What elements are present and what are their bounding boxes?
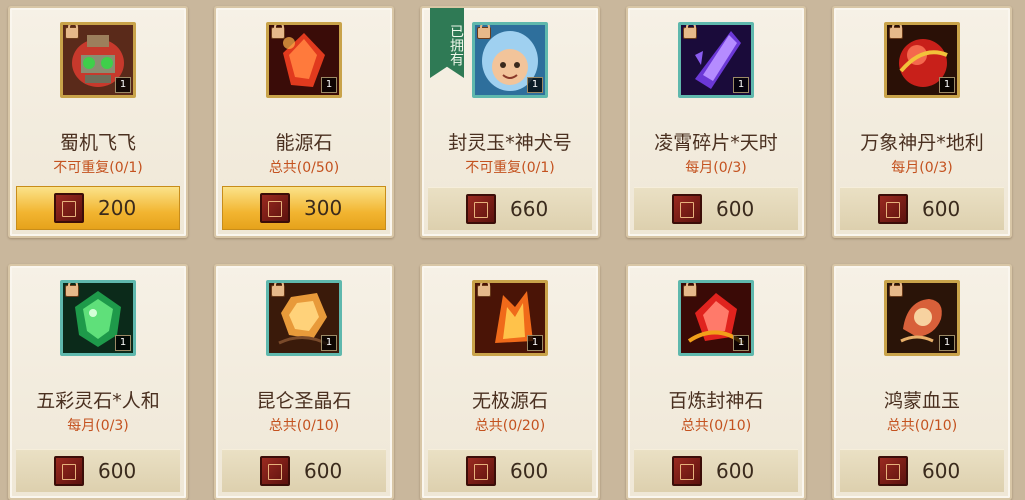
purchase-limit: 每月(0/3)	[685, 160, 747, 176]
item-count: 1	[939, 77, 955, 93]
item-name: 无极源石	[471, 390, 548, 412]
item-price: 600	[304, 459, 343, 483]
lock-icon	[889, 25, 903, 39]
item-price: 600	[98, 459, 137, 483]
item-icon-frame: 1	[472, 280, 548, 356]
purchase-limit: 不可重复(0/1)	[465, 160, 555, 176]
shop-item-card[interactable]: 已拥有 1 封灵玉*神犬号 不可重复(0/1) 660	[420, 6, 600, 238]
shop-item-card[interactable]: 1 鸿蒙血玉 总共(0/10) 600	[832, 264, 1012, 500]
red-book-currency-icon	[878, 194, 908, 224]
item-icon-frame: 1	[884, 22, 960, 98]
item-icon-frame: 1	[266, 22, 342, 98]
lock-icon	[65, 25, 79, 39]
shop-item-card[interactable]: 1 凌霄碎片*天时 每月(0/3) 600	[626, 6, 806, 238]
red-book-currency-icon	[672, 456, 702, 486]
item-count: 1	[115, 335, 131, 351]
purchase-limit: 不可重复(0/1)	[53, 160, 143, 176]
purchase-limit: 总共(0/20)	[474, 418, 546, 434]
item-price: 300	[304, 196, 343, 220]
lock-icon	[477, 25, 491, 39]
item-count: 1	[527, 335, 543, 351]
purchase-limit: 每月(0/3)	[67, 418, 129, 434]
owned-badge: 已拥有	[430, 8, 464, 78]
item-name: 鸿蒙血玉	[883, 390, 960, 412]
item-price: 600	[922, 197, 961, 221]
purchase-limit: 总共(0/10)	[268, 418, 340, 434]
buy-button[interactable]: 600	[16, 449, 180, 492]
shop-item-card[interactable]: 1 昆仑圣晶石 总共(0/10) 600	[214, 264, 394, 500]
item-count: 1	[733, 335, 749, 351]
lock-icon	[477, 283, 491, 297]
item-name: 五彩灵石*人和	[36, 390, 160, 412]
item-price: 200	[98, 196, 137, 220]
item-name: 万象神丹*地利	[860, 132, 984, 154]
buy-button[interactable]: 600	[428, 449, 592, 492]
item-count: 1	[115, 77, 131, 93]
shop-item-card[interactable]: 1 百炼封神石 总共(0/10) 600	[626, 264, 806, 500]
red-book-currency-icon	[878, 456, 908, 486]
buy-button[interactable]: 600	[840, 187, 1004, 230]
item-icon-frame: 1	[266, 280, 342, 356]
item-price: 600	[716, 459, 755, 483]
shop-grid: 1 蜀机飞飞 不可重复(0/1) 200 1 能源石 总共(0/50) 300 …	[0, 0, 1025, 500]
item-count: 1	[321, 77, 337, 93]
item-name: 能源石	[275, 132, 333, 154]
item-count: 1	[321, 335, 337, 351]
buy-button[interactable]: 200	[16, 186, 180, 230]
lock-icon	[683, 25, 697, 39]
item-price: 600	[716, 197, 755, 221]
shop-item-card[interactable]: 1 无极源石 总共(0/20) 600	[420, 264, 600, 500]
buy-button[interactable]: 600	[634, 449, 798, 492]
buy-button[interactable]: 300	[222, 186, 386, 230]
purchase-limit: 总共(0/50)	[268, 160, 340, 176]
item-price: 600	[510, 459, 549, 483]
purchase-limit: 总共(0/10)	[680, 418, 752, 434]
item-price: 600	[922, 459, 961, 483]
lock-icon	[65, 283, 79, 297]
item-count: 1	[733, 77, 749, 93]
shop-item-card[interactable]: 1 五彩灵石*人和 每月(0/3) 600	[8, 264, 188, 500]
item-icon-frame: 1	[678, 280, 754, 356]
buy-button[interactable]: 660	[428, 187, 592, 230]
item-name: 凌霄碎片*天时	[654, 132, 778, 154]
red-book-currency-icon	[466, 456, 496, 486]
buy-button[interactable]: 600	[634, 187, 798, 230]
lock-icon	[271, 283, 285, 297]
buy-button[interactable]: 600	[222, 449, 386, 492]
item-count: 1	[527, 77, 543, 93]
item-icon-frame: 1	[60, 22, 136, 98]
red-book-currency-icon	[260, 193, 290, 223]
purchase-limit: 总共(0/10)	[886, 418, 958, 434]
item-name: 百炼封神石	[668, 390, 764, 412]
purchase-limit: 每月(0/3)	[891, 160, 953, 176]
buy-button[interactable]: 600	[840, 449, 1004, 492]
item-icon-frame: 1	[678, 22, 754, 98]
red-book-currency-icon	[54, 193, 84, 223]
item-price: 660	[510, 197, 549, 221]
shop-item-card[interactable]: 1 蜀机飞飞 不可重复(0/1) 200	[8, 6, 188, 238]
item-count: 1	[939, 335, 955, 351]
red-book-currency-icon	[54, 456, 84, 486]
shop-item-card[interactable]: 1 能源石 总共(0/50) 300	[214, 6, 394, 238]
lock-icon	[683, 283, 697, 297]
item-icon-frame: 1	[884, 280, 960, 356]
item-name: 封灵玉*神犬号	[448, 132, 572, 154]
red-book-currency-icon	[466, 194, 496, 224]
red-book-currency-icon	[672, 194, 702, 224]
shop-item-card[interactable]: 1 万象神丹*地利 每月(0/3) 600	[832, 6, 1012, 238]
item-name: 蜀机飞飞	[59, 132, 136, 154]
red-book-currency-icon	[260, 456, 290, 486]
lock-icon	[271, 25, 285, 39]
item-icon-frame: 1	[60, 280, 136, 356]
item-name: 昆仑圣晶石	[256, 390, 352, 412]
lock-icon	[889, 283, 903, 297]
item-icon-frame: 1	[472, 22, 548, 98]
